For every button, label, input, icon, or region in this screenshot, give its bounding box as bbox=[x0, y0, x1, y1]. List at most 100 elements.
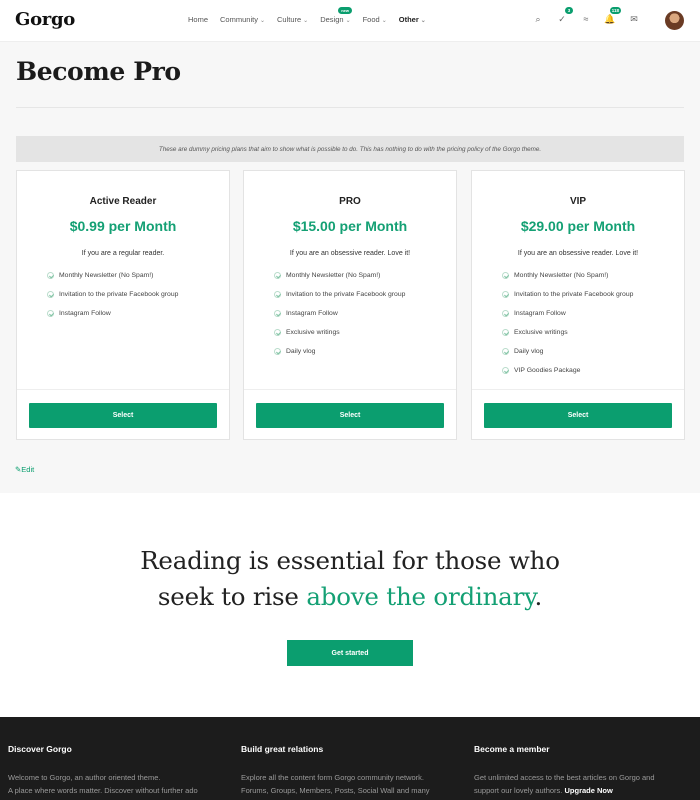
nav-item-home[interactable]: Home bbox=[188, 15, 208, 24]
check-circle-icon bbox=[47, 272, 54, 279]
plan-feature: Daily vlog bbox=[274, 342, 405, 361]
user-avatar[interactable] bbox=[665, 11, 684, 30]
plan-feature: Instagram Follow bbox=[502, 304, 633, 323]
footer-heading: Discover Gorgo bbox=[8, 744, 72, 754]
plan-card-pro: PRO $15.00 per Month If you are an obses… bbox=[243, 170, 457, 440]
site-header: Gorgo Home Community ⌄ Culture ⌄ Design ⌄ new Fo… bbox=[0, 0, 700, 42]
footer-heading: Build great relations bbox=[241, 744, 324, 754]
select-plan-button[interactable]: Select bbox=[256, 403, 444, 428]
plan-feature: Monthly Newsletter (No Spam!) bbox=[47, 266, 178, 285]
nav-item-design[interactable]: Design ⌄ new bbox=[320, 7, 352, 24]
plan-description: If you are an obsessive reader. Love it! bbox=[517, 250, 639, 257]
plan-name: Active Reader bbox=[89, 196, 157, 207]
select-plan-button[interactable]: Select bbox=[484, 403, 672, 428]
chevron-down-icon: ⌄ bbox=[381, 18, 387, 24]
footer-col-relations: Build great relations Explore all the co… bbox=[241, 744, 461, 797]
pricing-notice: These are dummy pricing plans that aim t… bbox=[16, 136, 684, 162]
chevron-down-icon: ⌄ bbox=[420, 18, 426, 24]
plan-price: $29.00 per Month bbox=[520, 218, 636, 234]
feature-label: Exclusive writings bbox=[286, 329, 340, 336]
nav-item-other[interactable]: Other ⌄ bbox=[399, 15, 426, 24]
feature-label: Instagram Follow bbox=[514, 310, 566, 317]
plan-description: If you are a regular reader. bbox=[81, 250, 165, 257]
feature-label: Daily vlog bbox=[286, 348, 316, 355]
plan-feature: Invitation to the private Facebook group bbox=[274, 285, 405, 304]
card-divider bbox=[244, 389, 456, 390]
chevron-down-icon: ⌄ bbox=[345, 18, 351, 24]
nav-item-culture[interactable]: Culture ⌄ bbox=[277, 15, 308, 24]
feature-label: Invitation to the private Facebook group bbox=[286, 291, 406, 298]
check-circle-icon bbox=[502, 310, 509, 317]
site-footer: Discover Gorgo Welcome to Gorgo, an auth… bbox=[0, 717, 700, 800]
upgrade-now-link[interactable]: Upgrade Now bbox=[564, 786, 612, 795]
nav-label: Culture bbox=[276, 15, 302, 24]
nav-label: Food bbox=[362, 15, 380, 24]
get-started-button[interactable]: Get started bbox=[287, 640, 413, 666]
check-icon[interactable]: ✓ 3 bbox=[556, 7, 573, 25]
feature-label: Monthly Newsletter (No Spam!) bbox=[59, 272, 154, 279]
check-circle-icon bbox=[502, 367, 509, 374]
users-icon[interactable]: ≈ bbox=[580, 13, 592, 25]
feature-label: Daily vlog bbox=[514, 348, 544, 355]
site-logo[interactable]: Gorgo bbox=[15, 9, 75, 30]
cta-heading-line1: Reading is essential for those who bbox=[140, 546, 560, 575]
check-circle-icon bbox=[502, 272, 509, 279]
nav-item-food[interactable]: Food ⌄ bbox=[363, 15, 387, 24]
plan-feature: Exclusive writings bbox=[274, 323, 405, 342]
card-divider bbox=[472, 389, 684, 390]
nav-item-community[interactable]: Community ⌄ bbox=[220, 15, 265, 24]
main-nav: Home Community ⌄ Culture ⌄ Design ⌄ new Food ⌄ Oth… bbox=[188, 7, 426, 24]
cta-accent-text: above the ordinary bbox=[306, 582, 535, 611]
check-circle-icon bbox=[274, 272, 281, 279]
check-circle-icon bbox=[274, 291, 281, 298]
plan-price: $0.99 per Month bbox=[69, 218, 177, 234]
notification-count-badge: 118 bbox=[609, 7, 621, 14]
check-circle-icon bbox=[47, 310, 54, 317]
edit-link[interactable]: ✎Edit bbox=[15, 465, 34, 474]
check-circle-icon bbox=[47, 291, 54, 298]
footer-col-discover: Discover Gorgo Welcome to Gorgo, an auth… bbox=[8, 744, 228, 797]
plan-features: Monthly Newsletter (No Spam!) Invitation … bbox=[47, 266, 178, 323]
plan-card-active-reader: Active Reader $0.99 per Month If you are… bbox=[16, 170, 230, 440]
feature-label: Instagram Follow bbox=[286, 310, 338, 317]
bell-icon[interactable]: 🔔 118 bbox=[604, 7, 621, 25]
plan-features: Monthly Newsletter (No Spam!) Invitation … bbox=[274, 266, 405, 361]
footer-text: Explore all the content form Gorgo commu… bbox=[241, 773, 430, 795]
edit-label: Edit bbox=[21, 465, 35, 474]
header-icons: ⌕ ✓ 3 ≈ 🔔 118 ✉ bbox=[532, 7, 640, 25]
plan-feature: Monthly Newsletter (No Spam!) bbox=[274, 266, 405, 285]
plan-features: Monthly Newsletter (No Spam!) Invitation … bbox=[502, 266, 633, 380]
feature-label: Instagram Follow bbox=[59, 310, 111, 317]
cta-text: seek to rise bbox=[157, 582, 307, 611]
plan-feature: Instagram Follow bbox=[47, 304, 178, 323]
plan-feature: Invitation to the private Facebook group bbox=[502, 285, 633, 304]
plan-feature: Instagram Follow bbox=[274, 304, 405, 323]
feature-label: VIP Goodies Package bbox=[514, 367, 581, 374]
page-title: Become Pro bbox=[16, 57, 181, 86]
select-plan-button[interactable]: Select bbox=[29, 403, 217, 428]
feature-label: Exclusive writings bbox=[514, 329, 568, 336]
plan-feature: VIP Goodies Package bbox=[502, 361, 633, 380]
feature-label: Invitation to the private Facebook group bbox=[59, 291, 179, 298]
nav-label: Design bbox=[320, 15, 344, 24]
check-circle-icon bbox=[274, 348, 281, 355]
plan-feature: Monthly Newsletter (No Spam!) bbox=[502, 266, 633, 285]
plan-feature: Daily vlog bbox=[502, 342, 633, 361]
footer-heading: Become a member bbox=[474, 744, 550, 754]
plan-price: $15.00 per Month bbox=[292, 218, 408, 234]
title-divider bbox=[16, 107, 684, 108]
search-icon[interactable]: ⌕ bbox=[532, 13, 544, 25]
mail-icon[interactable]: ✉ bbox=[628, 13, 640, 25]
check-circle-icon bbox=[502, 291, 509, 298]
check-circle-icon bbox=[502, 348, 509, 355]
cta-heading-line2: seek to rise above the ordinary. bbox=[0, 582, 700, 611]
plan-name: PRO bbox=[339, 196, 361, 207]
plan-feature: Exclusive writings bbox=[502, 323, 633, 342]
nav-label: Home bbox=[188, 15, 209, 24]
feature-label: Invitation to the private Facebook group bbox=[514, 291, 634, 298]
nav-label: Other bbox=[398, 15, 419, 24]
plan-name: VIP bbox=[569, 196, 587, 207]
footer-text: Get unlimited access to the best article… bbox=[474, 773, 655, 795]
footer-text: Welcome to Gorgo, an author oriented the… bbox=[8, 773, 198, 795]
check-circle-icon bbox=[274, 329, 281, 336]
